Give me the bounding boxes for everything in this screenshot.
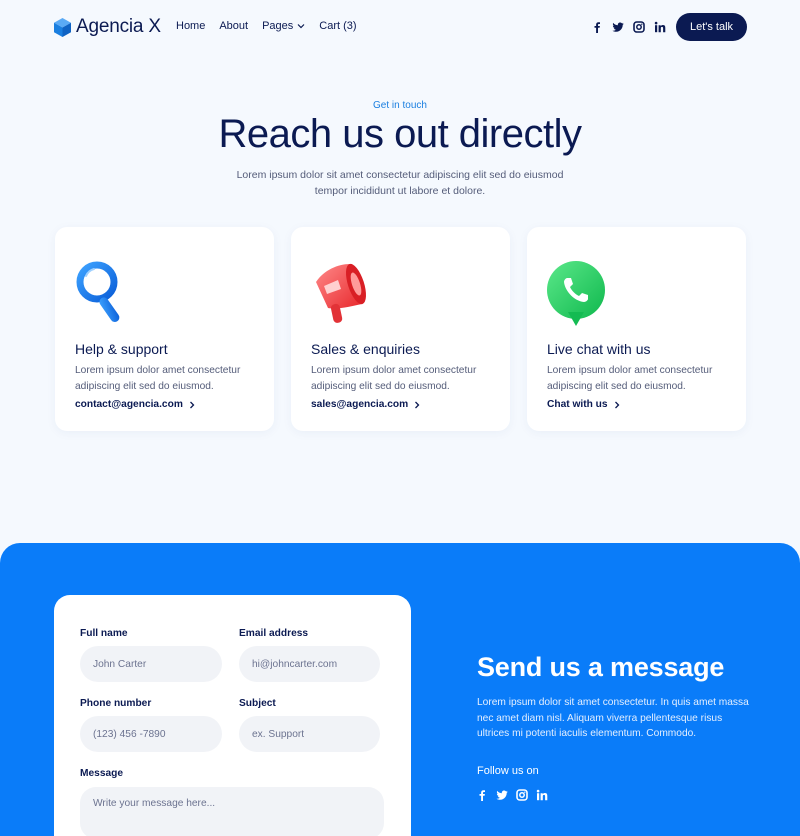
megaphone-icon <box>316 263 367 323</box>
twitter-icon[interactable] <box>496 789 508 801</box>
chevron-right-icon <box>189 401 195 408</box>
card-description: Lorem ipsum dolor amet consectetur adipi… <box>311 365 477 392</box>
message-textarea[interactable] <box>80 787 384 836</box>
phone-label: Phone number <box>80 698 152 709</box>
nav-home-link[interactable]: Home <box>176 20 205 32</box>
brand-logo[interactable]: Agencia X <box>54 16 161 38</box>
brand-name: Agencia X <box>76 16 161 37</box>
live-chat-card: Live chat with us Lorem ipsum dolor amet… <box>527 227 746 431</box>
subject-label: Subject <box>239 698 276 709</box>
cube-logo-icon <box>54 17 71 37</box>
send-message-description: Lorem ipsum dolor sit amet consectetur. … <box>477 697 749 740</box>
nav-pages-dropdown[interactable]: Pages <box>262 20 305 32</box>
card-description: Lorem ipsum dolor amet consectetur adipi… <box>75 365 241 392</box>
card-link-label: Chat with us <box>547 399 608 410</box>
chevron-right-icon <box>415 401 420 408</box>
main-menu: Home About Pages Cart (3) <box>176 20 357 32</box>
hero-subtitle: Lorem ipsum dolor sit amet consectetur a… <box>236 169 564 197</box>
send-message-title: Send us a message <box>477 652 725 682</box>
linkedin-icon[interactable] <box>536 789 548 801</box>
instagram-icon[interactable] <box>516 789 528 801</box>
chat-phone-icon <box>547 261 605 326</box>
twitter-icon[interactable] <box>612 21 624 33</box>
nav-pages-label: Pages <box>262 20 294 32</box>
magnifier-icon <box>76 261 120 322</box>
subject-input[interactable] <box>239 716 380 752</box>
chat-with-us-link[interactable]: Chat with us <box>547 399 621 410</box>
footer-social-links <box>476 789 548 801</box>
card-description: Lorem ipsum dolor amet consectetur adipi… <box>547 365 713 392</box>
facebook-icon[interactable] <box>476 789 488 801</box>
phone-input[interactable] <box>80 716 222 752</box>
email-label: Email address <box>239 628 309 639</box>
lets-talk-button[interactable]: Let's talk <box>676 13 747 41</box>
card-link-label: contact@agencia.com <box>75 399 183 410</box>
email-input[interactable] <box>239 646 380 682</box>
contact-form: Full name Email address Phone number Sub… <box>54 595 411 836</box>
full-name-label: Full name <box>80 628 128 639</box>
top-navigation: Agencia X Home About Pages Cart (3) Let'… <box>0 0 800 54</box>
header-social-links <box>591 21 666 33</box>
linkedin-icon[interactable] <box>654 21 666 33</box>
sales-enquiries-card: Sales & enquiries Lorem ipsum dolor amet… <box>291 227 510 431</box>
chevron-right-icon <box>614 401 619 408</box>
card-title: Live chat with us <box>547 341 651 357</box>
nav-cart-link[interactable]: Cart (3) <box>319 20 356 32</box>
nav-about-link[interactable]: About <box>219 20 248 32</box>
facebook-icon[interactable] <box>591 21 603 33</box>
full-name-input[interactable] <box>80 646 222 682</box>
hero-eyebrow: Get in touch <box>373 100 427 111</box>
card-link-label: sales@agencia.com <box>311 399 409 410</box>
card-title: Help & support <box>75 341 168 357</box>
sales-email-link[interactable]: sales@agencia.com <box>311 399 421 410</box>
follow-us-label: Follow us on <box>477 765 539 777</box>
help-support-card: Help & support Lorem ipsum dolor amet co… <box>55 227 274 431</box>
card-title: Sales & enquiries <box>311 341 420 357</box>
contact-email-link[interactable]: contact@agencia.com <box>75 399 196 410</box>
instagram-icon[interactable] <box>633 21 645 33</box>
page-title: Reach us out directly <box>218 112 582 156</box>
chevron-down-icon <box>297 24 305 29</box>
message-label: Message <box>80 768 124 779</box>
